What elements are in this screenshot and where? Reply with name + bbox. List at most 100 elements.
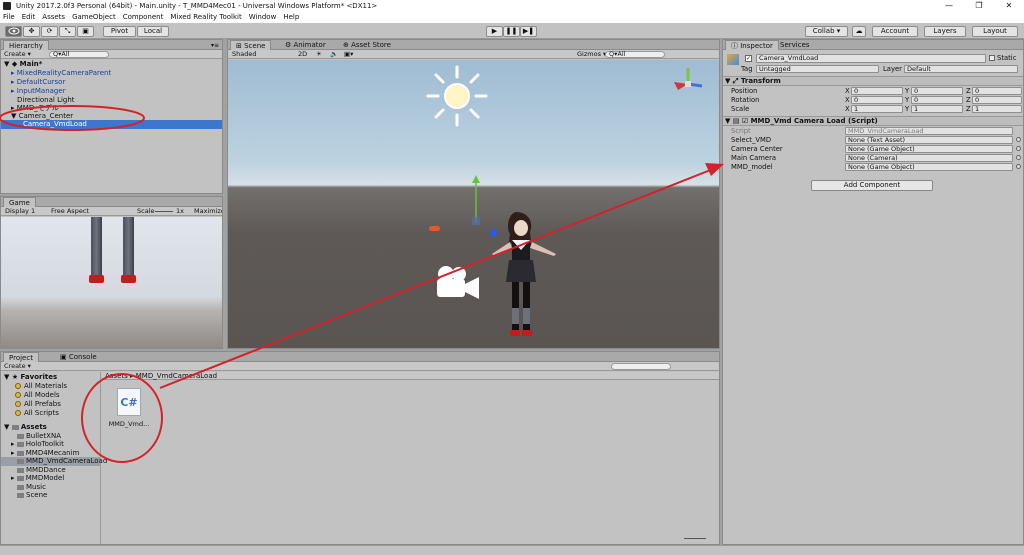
layers-dropdown[interactable]: Layers — [924, 26, 966, 37]
tab-animator[interactable]: ⚙ Animator — [280, 40, 331, 50]
aspect-dropdown[interactable]: Free Aspect — [51, 207, 89, 216]
folder-item[interactable]: ▸ MMDModel — [11, 474, 64, 483]
layout-dropdown[interactable]: Layout — [972, 26, 1018, 37]
rotation-z-field[interactable]: 0 — [972, 96, 1022, 104]
tab-asset-store[interactable]: ⊕ Asset Store — [338, 40, 396, 50]
hierarchy-item[interactable]: ▸ DefaultCursor — [11, 78, 65, 87]
2d-toggle[interactable]: 2D — [298, 50, 307, 59]
maximize-button[interactable]: ❐ — [964, 0, 994, 12]
collab-dropdown[interactable]: Collab ▾ — [805, 26, 848, 37]
static-checkbox[interactable] — [989, 55, 995, 61]
close-button[interactable]: ✕ — [994, 0, 1024, 12]
object-picker-icon[interactable] — [1016, 146, 1021, 151]
scale-tool-icon[interactable]: ⤡ — [59, 26, 76, 37]
menu-edit[interactable]: Edit — [22, 12, 36, 23]
hierarchy-item-selected[interactable]: Camera_VmdLoad — [1, 120, 222, 129]
folder-item[interactable]: ▸ HoloToolkit — [11, 440, 64, 449]
tab-scene[interactable]: ⊞ Scene — [230, 40, 272, 50]
hierarchy-create-button[interactable]: Create ▾ — [4, 50, 31, 59]
step-button[interactable]: ▶❚ — [520, 26, 537, 37]
breadcrumb-root[interactable]: Assets ▸ — [105, 372, 134, 380]
scale-x-field[interactable]: 1 — [851, 105, 903, 113]
tab-project[interactable]: Project — [3, 352, 39, 362]
select-vmd-field[interactable]: None (Text Asset) — [845, 136, 1013, 144]
hand-tool-icon[interactable] — [5, 26, 22, 37]
menu-component[interactable]: Component — [123, 12, 164, 23]
position-x-field[interactable]: 0 — [851, 87, 903, 95]
menu-help[interactable]: Help — [283, 12, 299, 23]
script-component-header[interactable]: ▼ ▤ ☑ MMD_Vmd Camera Load (Script) — [723, 116, 1023, 126]
scene-view-canvas[interactable] — [228, 60, 719, 348]
folder-item-selected[interactable]: MMD_VmdCameraLoad — [1, 457, 107, 466]
scale-slider[interactable] — [155, 211, 173, 212]
position-z-field[interactable]: 0 — [972, 87, 1022, 95]
scene-root[interactable]: ▼ ◆ Main* — [4, 60, 42, 69]
display-dropdown[interactable]: Display 1 — [5, 207, 35, 216]
pivot-toggle[interactable]: Pivot — [103, 26, 136, 37]
folder-item[interactable]: Scene — [17, 491, 47, 500]
minimize-button[interactable]: — — [934, 0, 964, 12]
favorites-item[interactable]: All Models — [15, 391, 60, 400]
layer-dropdown[interactable]: Default — [904, 65, 1018, 73]
camera-gizmo-icon[interactable] — [433, 265, 481, 301]
tag-dropdown[interactable]: Untagged — [756, 65, 879, 73]
play-button[interactable]: ▶ — [486, 26, 503, 37]
favorites-item[interactable]: All Materials — [15, 382, 67, 391]
menu-window[interactable]: Window — [249, 12, 277, 23]
menu-file[interactable]: File — [3, 12, 15, 23]
hierarchy-item[interactable]: ▸ MixedRealityCameraParent — [11, 69, 111, 78]
shading-dropdown[interactable]: Shaded — [232, 50, 256, 59]
axis-y-label: Y — [905, 96, 910, 104]
cloud-icon[interactable]: ☁ — [852, 26, 866, 37]
tab-hierarchy[interactable]: Hierarchy — [3, 40, 49, 50]
hierarchy-item[interactable]: ▸ InputManager — [11, 87, 66, 96]
menu-mixed-reality-toolkit[interactable]: Mixed Reality Toolkit — [170, 12, 241, 23]
project-create-button[interactable]: Create ▾ — [4, 362, 31, 371]
panel-menu-icon[interactable]: ▾≡ — [211, 42, 219, 49]
favorites-header[interactable]: ▼ ★ Favorites — [4, 373, 57, 382]
object-picker-icon[interactable] — [1016, 155, 1021, 160]
object-picker-icon[interactable] — [1016, 164, 1021, 169]
main-camera-field[interactable]: None (Camera) — [845, 154, 1013, 162]
scale-z-field[interactable]: 1 — [972, 105, 1022, 113]
tab-services[interactable]: Services — [775, 40, 815, 50]
asset-file-item[interactable]: C# MMD_Vmd... — [104, 388, 154, 433]
menu-gameobject[interactable]: GameObject — [72, 12, 116, 23]
account-dropdown[interactable]: Account — [872, 26, 918, 37]
scene-search-input[interactable]: Q▾All — [605, 51, 665, 58]
add-component-button[interactable]: Add Component — [811, 180, 933, 191]
object-name-input[interactable]: Camera_VmdLoad — [756, 54, 986, 63]
scale-y-field[interactable]: 1 — [911, 105, 963, 113]
pause-button[interactable]: ❚❚ — [503, 26, 520, 37]
favorites-item[interactable]: All Prefabs — [15, 400, 61, 409]
audio-toggle-icon[interactable]: 🔈 — [330, 50, 338, 59]
tab-inspector[interactable]: ⓘ Inspector — [725, 40, 779, 50]
menu-assets[interactable]: Assets — [42, 12, 65, 23]
active-checkbox[interactable]: ✓ — [745, 55, 752, 62]
tab-game[interactable]: Game — [3, 197, 36, 207]
icon-size-slider[interactable] — [684, 538, 706, 539]
gizmos-dropdown[interactable]: Gizmos ▾ — [577, 50, 606, 59]
game-view-canvas[interactable] — [1, 217, 222, 348]
move-tool-icon[interactable]: ✥ — [23, 26, 40, 37]
move-gizmo-icon[interactable] — [466, 175, 486, 233]
rotate-tool-icon[interactable]: ⟳ — [41, 26, 58, 37]
rotation-y-field[interactable]: 0 — [911, 96, 963, 104]
assets-header[interactable]: ▼ Assets — [4, 423, 47, 432]
rotation-x-field[interactable]: 0 — [851, 96, 903, 104]
camera-center-field[interactable]: None (Game Object) — [845, 145, 1013, 153]
project-search-input[interactable] — [611, 363, 671, 370]
tab-console[interactable]: ▣ Console — [55, 352, 102, 362]
mmd-model-field[interactable]: None (Game Object) — [845, 163, 1013, 171]
lighting-toggle-icon[interactable]: ☀ — [316, 50, 322, 59]
rect-tool-icon[interactable]: ▣ — [77, 26, 94, 37]
hierarchy-search-input[interactable]: Q▾All — [49, 51, 109, 58]
effects-toggle-icon[interactable]: ▣▾ — [344, 50, 353, 59]
local-toggle[interactable]: Local — [137, 26, 169, 37]
scene-orientation-gizmo-icon[interactable] — [668, 64, 708, 104]
transform-header[interactable]: ▼ ⤢ Transform — [723, 76, 1023, 86]
object-picker-icon[interactable] — [1016, 137, 1021, 142]
position-y-field[interactable]: 0 — [911, 87, 963, 95]
breadcrumb-folder[interactable]: MMD_VmdCameraLoad — [136, 372, 217, 380]
favorites-item[interactable]: All Scripts — [15, 409, 59, 418]
